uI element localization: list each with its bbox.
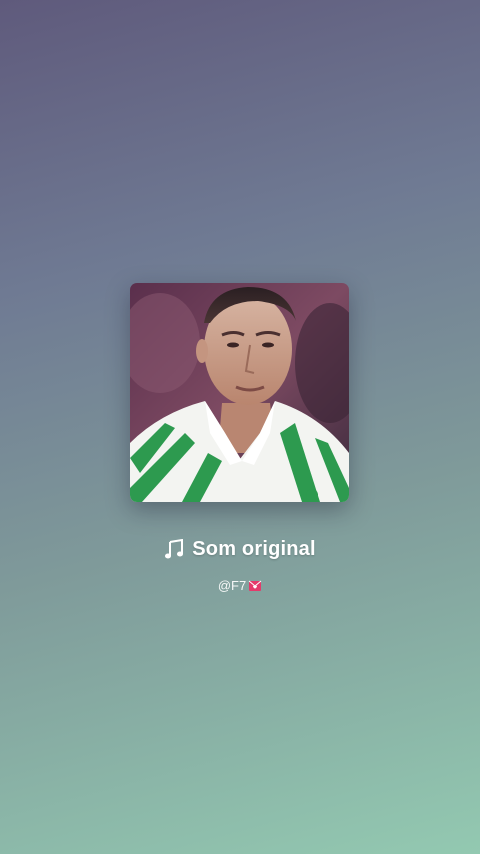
- album-cover[interactable]: [130, 283, 349, 502]
- sound-title: Som original: [192, 538, 316, 560]
- heart-letter-emoji-icon: [248, 580, 262, 591]
- music-note-icon: [165, 538, 184, 558]
- sound-author-row[interactable]: @F7: [0, 578, 480, 593]
- album-cover-image: [130, 283, 349, 502]
- sound-author: @F7: [217, 578, 247, 593]
- sound-title-row[interactable]: Som original: [0, 538, 480, 561]
- original-sound-screen: Som original @F7: [0, 0, 480, 854]
